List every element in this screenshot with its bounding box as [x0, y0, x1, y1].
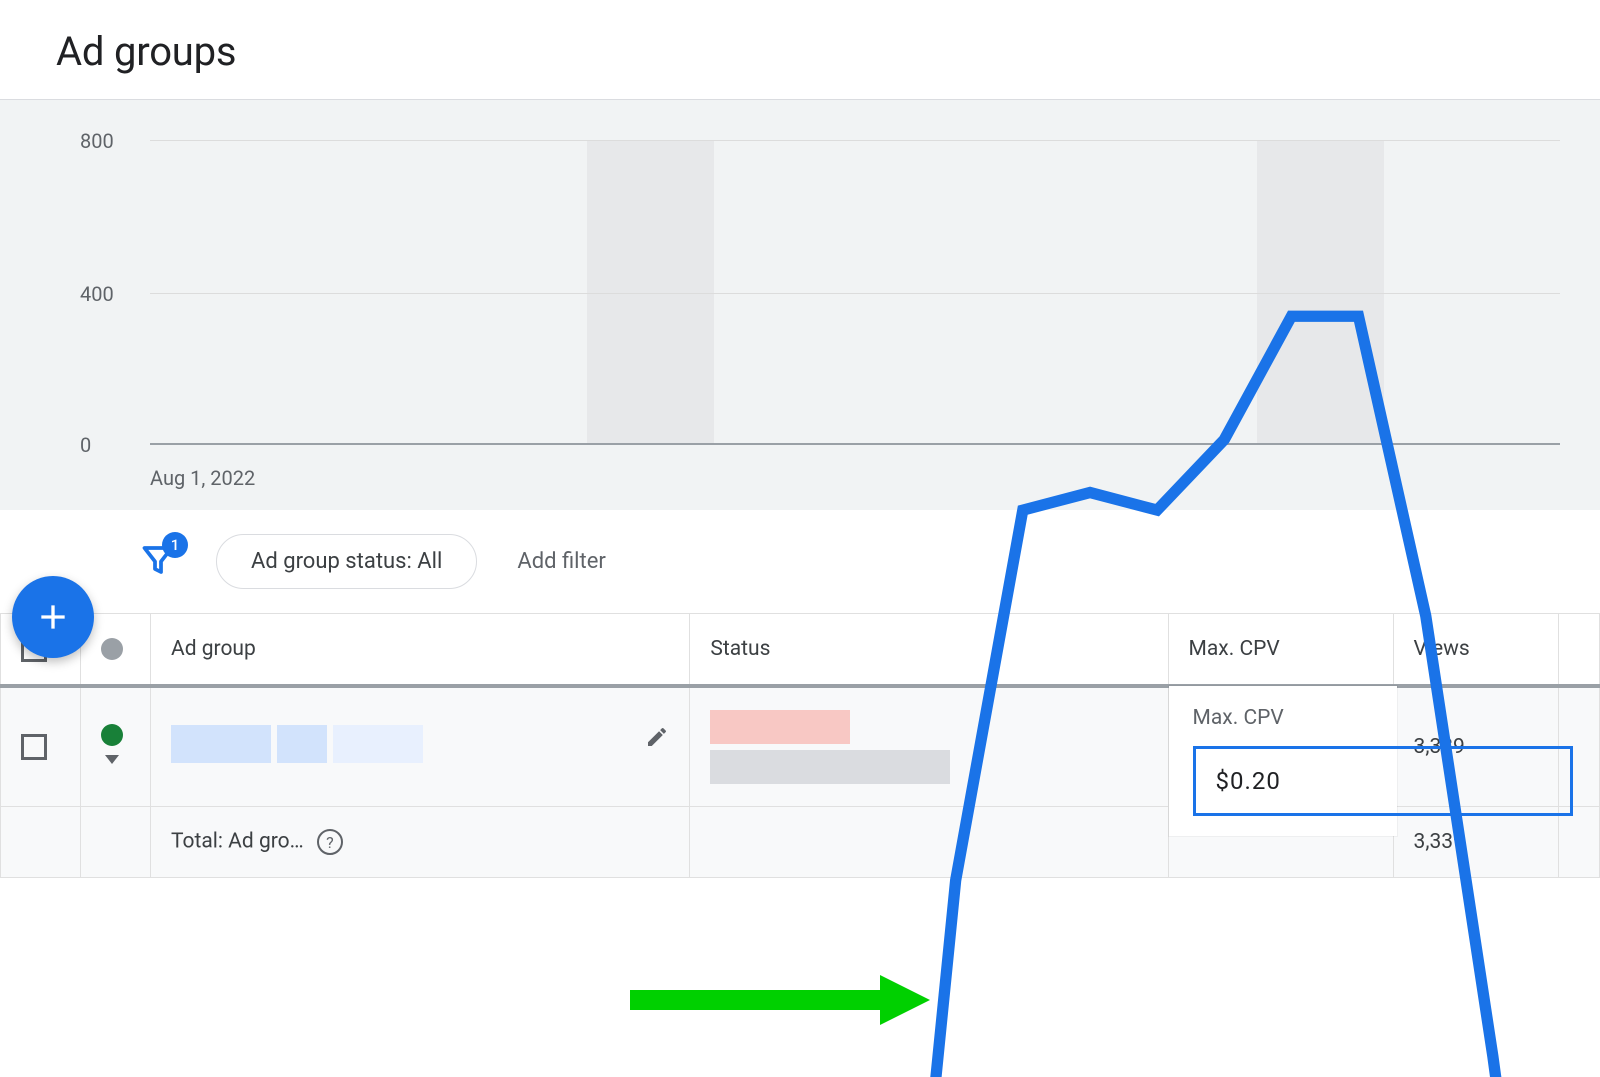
status-dot-icon	[101, 638, 123, 660]
status-dot-icon	[101, 724, 123, 746]
cpv-editor-popover: Max. CPV $0.20	[1169, 686, 1397, 836]
cpv-input[interactable]: $0.20	[1193, 746, 1573, 816]
chart-line	[150, 140, 1560, 1077]
row-status-toggle[interactable]	[81, 686, 151, 807]
filter-button[interactable]: 1	[140, 542, 176, 582]
performance-chart: 800 400 0 Aug 1, 2022	[0, 100, 1600, 510]
cpv-editor-label: Max. CPV	[1193, 706, 1373, 730]
add-button[interactable]	[12, 576, 94, 658]
annotation-arrow	[630, 970, 930, 1030]
column-header-spacer	[1559, 614, 1600, 687]
row-checkbox[interactable]	[1, 686, 81, 807]
y-tick-label: 400	[80, 282, 114, 306]
plus-icon	[33, 597, 73, 637]
y-tick-label: 800	[80, 129, 114, 153]
row-spacer	[1559, 807, 1600, 878]
chevron-down-icon	[105, 755, 119, 764]
page-header: Ad groups	[0, 0, 1600, 100]
total-spacer	[81, 807, 151, 878]
y-tick-label: 0	[80, 433, 91, 457]
checkbox-icon	[21, 734, 47, 760]
max-cpv-cell[interactable]: Max. CPV $0.20	[1168, 686, 1393, 878]
filter-count-badge: 1	[162, 532, 188, 558]
x-axis-start-label: Aug 1, 2022	[150, 466, 255, 490]
total-spacer	[1, 807, 81, 878]
page-title: Ad groups	[56, 28, 1600, 75]
